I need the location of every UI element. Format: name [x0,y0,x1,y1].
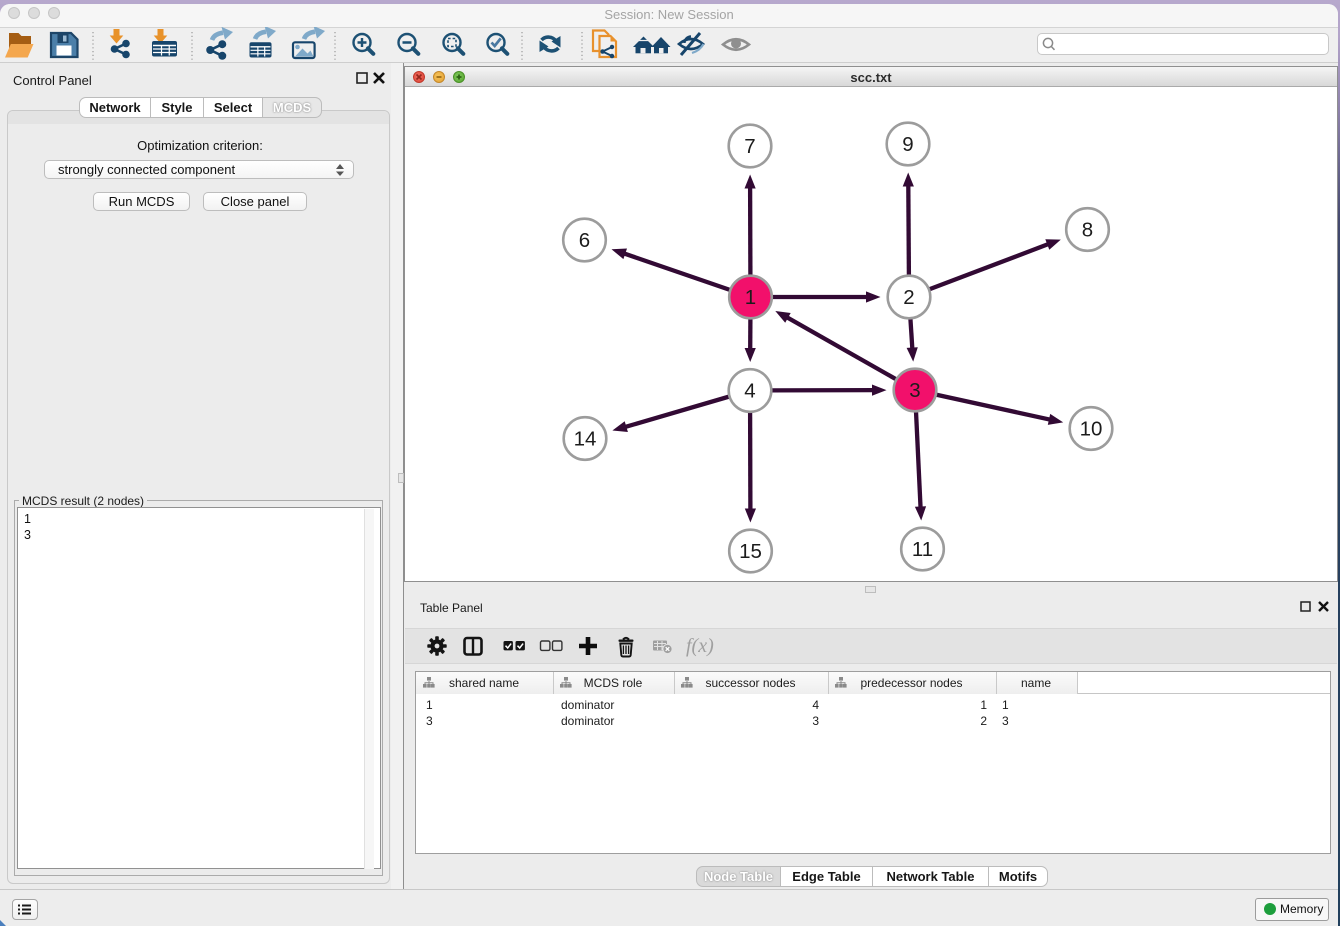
svg-text:1: 1 [745,286,756,309]
svg-text:6: 6 [579,229,590,252]
svg-text:4: 4 [744,380,755,403]
svg-text:8: 8 [1082,219,1093,242]
svg-text:3: 3 [909,379,920,402]
svg-text:14: 14 [574,428,597,451]
svg-text:10: 10 [1080,418,1103,441]
svg-text:15: 15 [739,540,762,563]
svg-text:11: 11 [912,538,933,561]
svg-text:7: 7 [744,135,755,158]
svg-text:f(x): f(x) [686,635,714,657]
svg-text:2: 2 [903,286,914,309]
svg-text:9: 9 [902,133,913,156]
